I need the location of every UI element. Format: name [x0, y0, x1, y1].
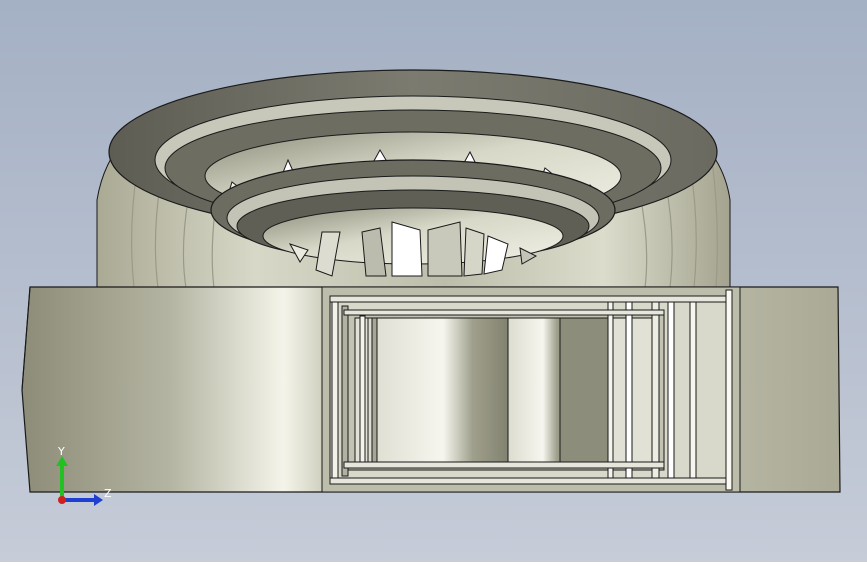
model-canvas[interactable]: Y Z — [0, 0, 867, 562]
triad-x-axis — [58, 496, 66, 504]
cutaway-window[interactable] — [321, 286, 741, 493]
cad-viewport[interactable]: Y Z — [0, 0, 867, 562]
triad-y-label: Y — [57, 445, 65, 458]
triad-z-label: Z — [104, 487, 112, 500]
